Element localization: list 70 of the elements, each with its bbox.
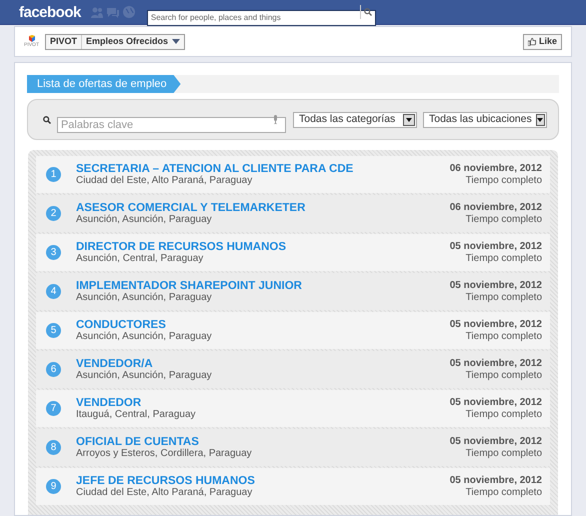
job-date: 06 noviembre, 2012 bbox=[450, 202, 542, 214]
job-row[interactable]: 8 OFICIAL DE CUENTAS Arroyos y Esteros, Cordillera, Paraguay 05 noviembre, 2012 Tiempo completo bbox=[36, 429, 550, 466]
job-type: Tiempo completo bbox=[466, 252, 542, 264]
job-title[interactable]: SECRETARIA – ATENCION AL CLIENTE PARA CDE bbox=[76, 162, 450, 174]
thumbs-up-icon bbox=[528, 38, 536, 46]
dropdown[interactable]: Todas las ubicaciones bbox=[423, 112, 547, 128]
job-title[interactable]: JEFE DE RECURSOS HUMANOS bbox=[76, 474, 450, 486]
row-number: 7 bbox=[46, 401, 61, 416]
job-type: Tiempo completo bbox=[466, 448, 542, 460]
job-type: Tiempo completo bbox=[466, 174, 542, 186]
job-title[interactable]: DIRECTOR DE RECURSOS HUMANOS bbox=[76, 240, 450, 252]
like-button[interactable]: Like bbox=[522, 34, 562, 50]
job-row[interactable]: 3 DIRECTOR DE RECURSOS HUMANOS Asunción, Central, Paraguay 05 noviembre, 2012 Tiempo completo bbox=[36, 234, 550, 271]
row-number: 1 bbox=[46, 167, 61, 182]
job-row[interactable]: 4 IMPLEMENTADOR SHAREPOINT JUNIOR Asunción, Asunción, Paraguay 05 noviembre, 2012 Tiempo completo bbox=[36, 273, 550, 310]
caret-icon bbox=[406, 118, 412, 122]
messages-icon[interactable] bbox=[106, 6, 119, 18]
row-number: 6 bbox=[46, 362, 61, 377]
section-title: Lista de ofertas de empleo bbox=[27, 75, 181, 93]
job-date: 05 noviembre, 2012 bbox=[450, 474, 542, 486]
job-location: Asunción, Asunción, Paraguay bbox=[76, 330, 213, 342]
job-type: Tiempo completo bbox=[466, 292, 542, 304]
job-date: 05 noviembre, 2012 bbox=[450, 318, 542, 330]
job-date: 05 noviembre, 2012 bbox=[450, 280, 542, 292]
brand-logo-icon bbox=[28, 35, 36, 43]
keyword-field[interactable]: Palabras clave bbox=[56, 116, 286, 132]
caret-icon bbox=[172, 39, 180, 44]
job-location: Ciudad del Este, Alto Paraná, Paraguay bbox=[76, 486, 254, 498]
search-icon[interactable] bbox=[364, 8, 372, 16]
logo[interactable]: facebook bbox=[19, 4, 81, 20]
job-date: 06 noviembre, 2012 bbox=[450, 162, 542, 174]
job-location: Asunción, Asunción, Paraguay bbox=[76, 214, 213, 226]
job-date: 05 noviembre, 2012 bbox=[450, 436, 542, 448]
job-row[interactable]: 2 ASESOR COMERCIAL Y TELEMARKETER Asunción, Asunción, Paraguay 06 noviembre, 2012 Tiempo completo bbox=[36, 195, 550, 232]
job-type: Tiempo completo bbox=[466, 408, 542, 420]
search-icon bbox=[43, 116, 51, 124]
row-number: 2 bbox=[46, 206, 61, 221]
job-row[interactable]: 9 JEFE DE RECURSOS HUMANOS Ciudad del Este, Alto Paraná, Paraguay 05 noviembre, 2012 Tiempo completo bbox=[36, 468, 550, 505]
job-type: Tiempo completo bbox=[466, 486, 542, 498]
job-type: Tiempo completo bbox=[466, 330, 542, 342]
job-location: Itauguá, Central, Paraguay bbox=[76, 408, 197, 420]
job-title[interactable]: CONDUCTORES bbox=[76, 318, 450, 330]
row-number: 3 bbox=[46, 245, 61, 260]
breadcrumb-item[interactable]: PIVOT bbox=[46, 34, 82, 48]
job-location: Asunción, Asunción, Paraguay bbox=[76, 370, 213, 382]
job-location: Ciudad del Este, Alto Paraná, Paraguay bbox=[76, 174, 254, 186]
job-row[interactable]: 1 SECRETARIA – ATENCION AL CLIENTE PARA CDE Ciudad del Este, Alto Paraná, Paraguay 06 noviembre, 2012 Tiempo completo bbox=[36, 156, 550, 193]
job-location: Asunción, Central, Paraguay bbox=[76, 252, 204, 264]
job-row[interactable]: 5 CONDUCTORES Asunción, Asunción, Paraguay 05 noviembre, 2012 Tiempo completo bbox=[36, 312, 550, 349]
job-date: 05 noviembre, 2012 bbox=[450, 240, 542, 252]
job-location: Arroyos y Esteros, Cordillera, Paraguay bbox=[76, 448, 253, 460]
breadcrumb-item[interactable]: Empleos Ofrecidos bbox=[81, 34, 172, 48]
globe-icon[interactable] bbox=[122, 6, 135, 18]
job-location: Asunción, Asunción, Paraguay bbox=[76, 292, 213, 304]
job-date: 05 noviembre, 2012 bbox=[450, 358, 542, 370]
job-date: 05 noviembre, 2012 bbox=[450, 396, 542, 408]
job-type: Tiempo completo bbox=[466, 370, 542, 382]
row-number: 4 bbox=[46, 284, 61, 299]
row-number: 5 bbox=[46, 323, 61, 338]
dropdown[interactable]: Todas las categorías bbox=[293, 112, 417, 128]
job-row[interactable]: 6 VENDEDOR/A Asunción, Asunción, Paraguay 05 noviembre, 2012 Tiempo completo bbox=[36, 351, 550, 388]
microphone-icon[interactable] bbox=[273, 114, 278, 124]
row-number: 8 bbox=[46, 440, 61, 455]
search-field[interactable]: Search for people, places and things bbox=[146, 10, 376, 26]
job-row[interactable]: 7 VENDEDOR Itauguá, Central, Paraguay 05 noviembre, 2012 Tiempo completo bbox=[36, 390, 550, 427]
caret-icon bbox=[537, 118, 544, 122]
friends-icon[interactable] bbox=[90, 6, 103, 18]
job-title[interactable]: VENDEDOR bbox=[76, 396, 450, 408]
job-type: Tiempo completo bbox=[466, 214, 542, 226]
row-number: 9 bbox=[46, 479, 61, 494]
